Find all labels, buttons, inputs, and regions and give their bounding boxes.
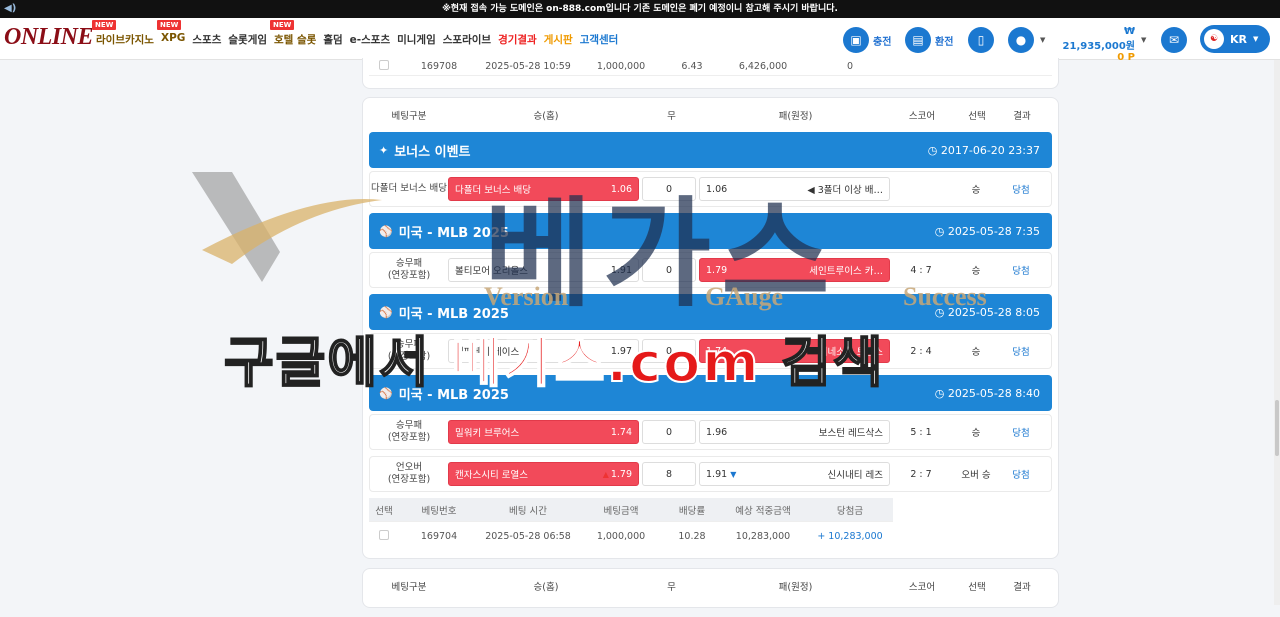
draw-option[interactable]: 0 [642, 258, 696, 282]
column-headers: 베팅구분 승(홈) 무 패(원정) 스코어 선택 결과 [391, 582, 1031, 593]
baseball-usa-icon: ⚾ [379, 305, 393, 319]
speaker-icon: ◀) [4, 3, 17, 14]
bet-card: 베팅구분 승(홈) 무 패(원정) 스코어 선택 결과 [362, 568, 1059, 608]
notice-bar: ◀) ※현재 접속 가능 도메인은 on-888.com입니다 기존 도메인은 … [0, 0, 1280, 18]
league-header: ⚾ 미국 - MLB 2025 ◷ 2025-05-28 8:40 [369, 375, 1052, 411]
money-balance: ₩ 21,935,000원 [1062, 26, 1135, 52]
new-badge: NEW [270, 20, 295, 30]
nav-board[interactable]: 게시판 [544, 32, 573, 47]
bet-row: 승무패 (연장포함) 밀워키 브루어스 1.74 0 1.96 보스턴 레드삭스 5… [369, 414, 1052, 450]
away-option[interactable]: 1.74 미네소타 트윈스 [699, 339, 890, 363]
summary-card-prev: 169708 2025-05-28 10:59 1,000,000 6.43 6… [362, 58, 1059, 89]
league-header: ⚾ 미국 - MLB 2025 ◷ 2025-05-28 7:35 [369, 213, 1052, 249]
bet-row: 다폴더 보너스 배당 다폴더 보너스 배당 1.06 0 1.06 ◀ 3폴더 이상… [369, 171, 1052, 207]
nav-xpg[interactable]: NEW XPG [156, 20, 185, 47]
summary-header: 선택 베팅번호 베팅 시간 베팅금액 배당률 예상 적중금액 당첨금 [369, 498, 893, 522]
draw-option[interactable]: 0 [642, 177, 696, 201]
point-balance: 0 P [1117, 52, 1135, 63]
main-nav: NEW 라이브카지노 NEW XPG 스포츠 슬롯게임 NEW 호텔 슬롯 홀덤 e-… [92, 20, 619, 47]
chevron-down-icon: ▼ [1253, 35, 1259, 43]
summary-row: 169704 2025-05-28 06:58 1,000,000 10.28 … [369, 522, 893, 550]
nav-results[interactable]: 경기결과 [498, 32, 537, 47]
nav-holdem[interactable]: 홀덤 [323, 32, 342, 47]
chevron-down-icon[interactable]: ▼ [1141, 36, 1146, 44]
notice-text: ※현재 접속 가능 도메인은 on-888.com입니다 기존 도메인은 폐기 … [442, 4, 838, 14]
arrow-up-icon: ▲ [602, 469, 609, 479]
site-logo[interactable]: ONLINE [4, 24, 94, 51]
bag-icon: ▤ [905, 27, 931, 53]
korea-flag-icon: ☯ [1204, 29, 1224, 49]
phone-icon: ▯ [968, 27, 994, 53]
nav-sports[interactable]: 스포츠 [192, 32, 221, 47]
away-option[interactable]: 1.06 ◀ 3폴더 이상 배… [699, 177, 890, 201]
new-badge: NEW [92, 20, 117, 30]
nav-sports-live[interactable]: 스포라이브 [443, 32, 491, 47]
scrollbar[interactable] [1274, 60, 1280, 605]
nav-hotel-slot[interactable]: NEW 호텔 슬롯 [270, 20, 316, 47]
new-badge: NEW [156, 20, 182, 30]
away-option[interactable]: 1.91 ▼ 신시내티 레즈 [699, 462, 890, 486]
header: ONLINE NEW 라이브카지노 NEW XPG 스포츠 슬롯게임 NEW 호텔 슬… [0, 18, 1280, 63]
home-option[interactable]: 탬파베이 레이스 1.97 [448, 339, 639, 363]
line-option[interactable]: 8 [642, 462, 696, 486]
away-option[interactable]: 1.96 보스턴 레드삭스 [699, 420, 890, 444]
away-option[interactable]: 1.79 세인트루이스 카… [699, 258, 890, 282]
row-checkbox[interactable] [379, 60, 389, 70]
nav-minigame[interactable]: 미니게임 [397, 32, 436, 47]
summary-table: 선택 베팅번호 베팅 시간 베팅금액 배당률 예상 적중금액 당첨금 16970… [369, 498, 893, 558]
column-headers: 베팅구분 승(홈) 무 패(원정) 스코어 선택 결과 [391, 111, 1031, 122]
chevron-down-icon[interactable]: ▼ [1040, 36, 1045, 44]
exchange-button[interactable]: ▤ 환전 [905, 27, 953, 53]
nav-esports[interactable]: e-스포츠 [350, 32, 390, 47]
mobile-button[interactable]: ▯ [968, 27, 994, 53]
mail-icon: ✉ [1161, 27, 1187, 53]
bet-row: 언오버 (연장포함) 캔자스시티 로열스 ▲ 1.79 8 1.91 ▼ 신시내티 레… [369, 456, 1052, 492]
nav-support[interactable]: 고객센터 [580, 32, 619, 47]
event-time: ◷ 2025-05-28 8:05 [934, 305, 1040, 319]
nav-live-casino[interactable]: NEW 라이브카지노 [92, 20, 154, 47]
wallet-icon: ▣ [843, 27, 869, 53]
home-option[interactable]: 캔자스시티 로열스 ▲ 1.79 [448, 462, 639, 486]
bet-card: 베팅구분 승(홈) 무 패(원정) 스코어 선택 결과 ✦ 보너스 이벤트 ◷ 20… [362, 97, 1059, 559]
profile-button[interactable]: ● [1008, 27, 1034, 53]
event-time: ◷ 2017-06-20 23:37 [927, 143, 1040, 157]
bet-history: 169708 2025-05-28 10:59 1,000,000 6.43 6… [362, 58, 1059, 617]
row-checkbox[interactable] [379, 529, 389, 540]
message-button[interactable]: ✉ [1161, 27, 1187, 53]
home-option[interactable]: 다폴더 보너스 배당 1.06 [448, 177, 639, 201]
draw-option[interactable]: 0 [642, 339, 696, 363]
summary-row: 169708 2025-05-28 10:59 1,000,000 6.43 6… [369, 58, 1052, 76]
scrollbar-thumb[interactable] [1275, 400, 1279, 456]
charge-button[interactable]: ▣ 충전 [843, 27, 891, 53]
nav-slot-game[interactable]: 슬롯게임 [228, 32, 267, 47]
arrow-down-icon: ▼ [730, 469, 737, 479]
baseball-usa-icon: ⚾ [379, 224, 393, 238]
event-icon: ✦ [379, 143, 389, 157]
balance: ₩ 21,935,000원 0 P [1059, 26, 1135, 63]
event-time: ◷ 2025-05-28 8:40 [934, 386, 1040, 400]
event-time: ◷ 2025-05-28 7:35 [934, 224, 1040, 238]
bet-row: 승무패 (연장포함) 탬파베이 레이스 1.97 0 1.74 미네소타 트윈스 2… [369, 333, 1052, 369]
bet-row: 승무패 (연장포함) 볼티모어 오리올스 1.91 0 1.79 세인트루이스 카…… [369, 252, 1052, 288]
baseball-usa-icon: ⚾ [379, 386, 393, 400]
league-header: ✦ 보너스 이벤트 ◷ 2017-06-20 23:37 [369, 132, 1052, 168]
draw-option[interactable]: 0 [642, 420, 696, 444]
home-option[interactable]: 밀워키 브루어스 1.74 [448, 420, 639, 444]
user-icon: ● [1008, 27, 1034, 53]
home-option[interactable]: 볼티모어 오리올스 1.91 [448, 258, 639, 282]
language-select[interactable]: ☯ KR ▼ [1200, 25, 1270, 53]
league-header: ⚾ 미국 - MLB 2025 ◷ 2025-05-28 8:05 [369, 294, 1052, 330]
